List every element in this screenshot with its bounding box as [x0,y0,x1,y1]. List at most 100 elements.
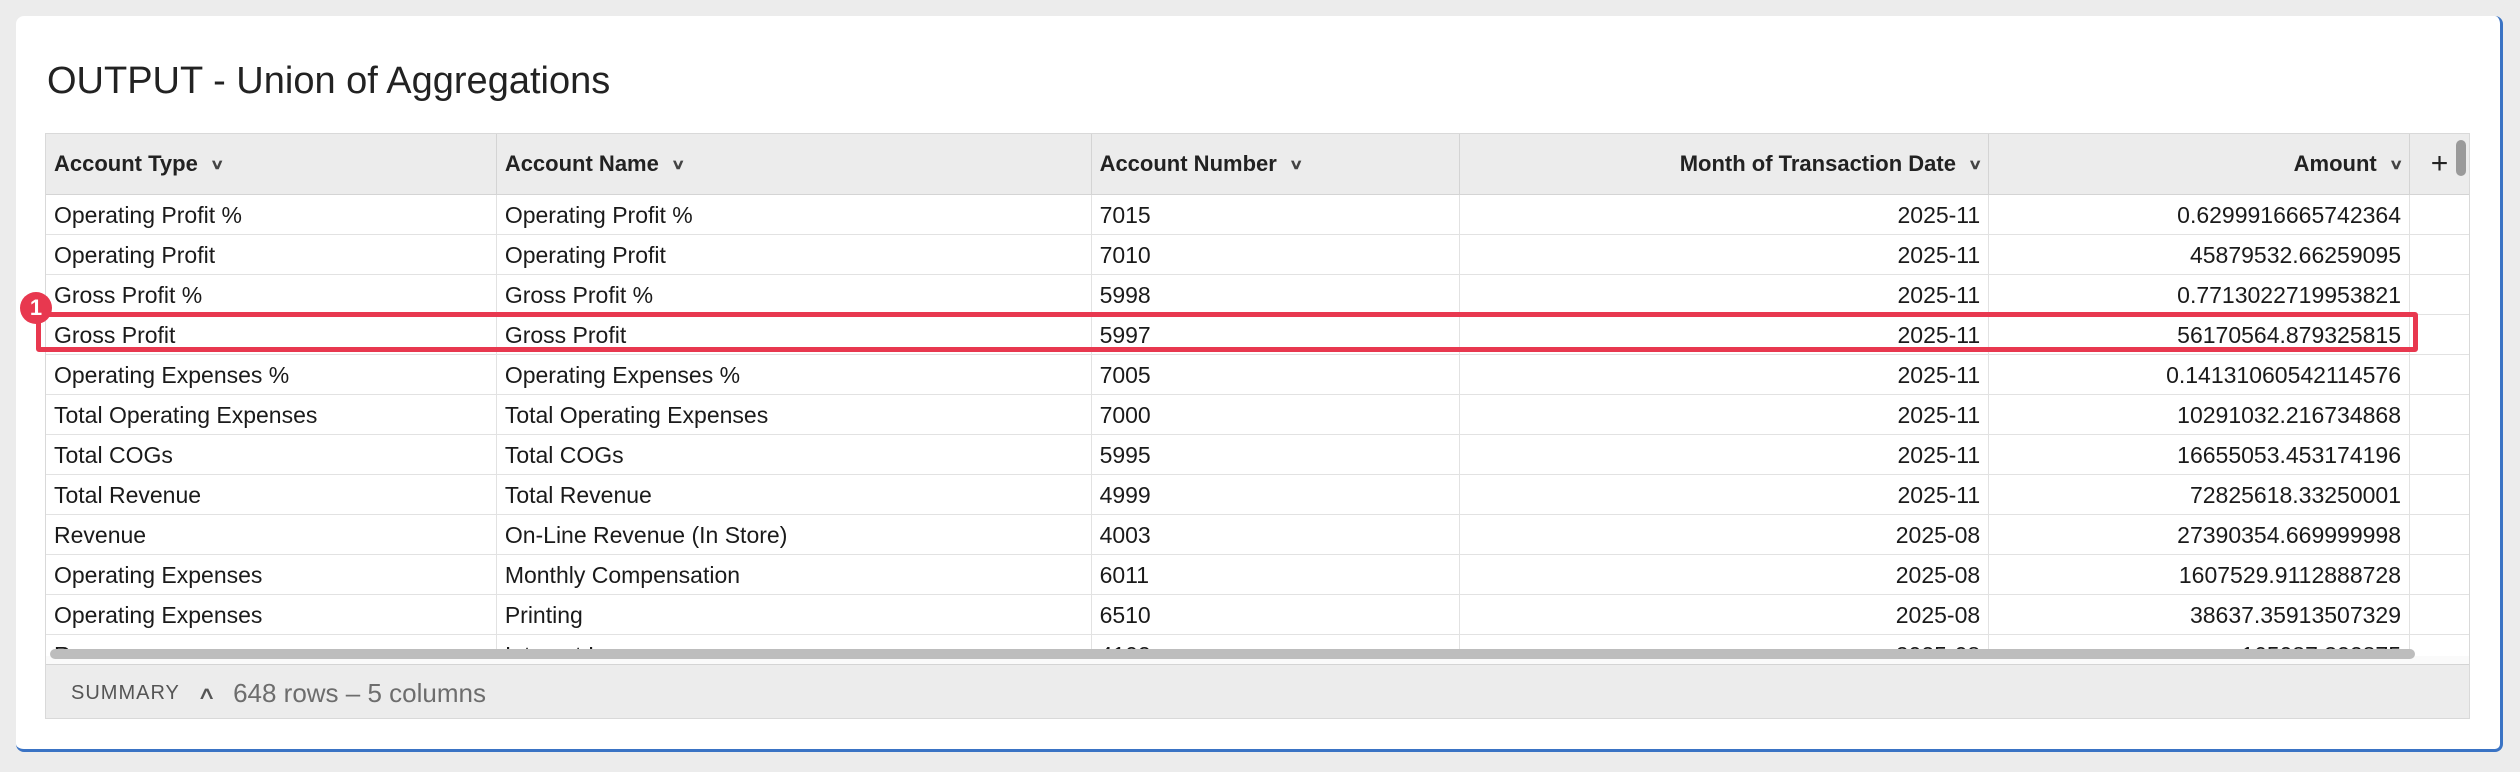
cell-filler [2410,315,2469,355]
column-header-label: Month of Transaction Date [1679,151,1956,176]
cell-month[interactable]: 2025-08 [1460,555,1990,595]
cell-month[interactable]: 2025-11 [1460,435,1990,475]
cell-account-name[interactable]: Gross Profit [497,315,1092,355]
table-row[interactable]: Operating Profit Operating Profit 7010 2025… [46,235,2469,275]
column-header-month-of-transaction-date[interactable]: Month of Transaction Date ∨ [1460,134,1990,194]
chevron-up-icon[interactable]: ∧ [197,683,217,704]
page-title: OUTPUT - Union of Aggregations [47,60,611,102]
cell-filler [2410,635,2469,656]
cell-month[interactable]: 2025-11 [1460,275,1990,315]
cell-filler [2410,595,2469,635]
cell-account-name[interactable]: Monthly Compensation [497,555,1092,595]
cell-account-type[interactable]: Gross Profit % [46,275,497,315]
summary-toggle[interactable]: SUMMARY [71,682,180,705]
cell-account-type[interactable]: Operating Profit [46,235,497,275]
horizontal-scrollbar[interactable] [50,649,2415,659]
chevron-down-icon[interactable]: ∨ [2389,156,2403,173]
cell-amount[interactable]: 0.14131060542114576 [1989,355,2411,395]
cell-account-number[interactable]: 7005 [1092,355,1461,395]
cell-account-name[interactable]: Gross Profit % [497,275,1092,315]
chevron-down-icon[interactable]: ∨ [210,156,224,173]
cell-month[interactable]: 2025-11 [1460,315,1990,355]
cell-amount[interactable]: 56170564.879325815 [1989,315,2411,355]
column-header-account-number[interactable]: Account Number ∨ [1092,134,1461,194]
cell-account-name[interactable]: Total Revenue [497,475,1092,515]
cell-account-number[interactable]: 4003 [1092,515,1461,555]
annotation-badge: 1 [20,292,52,324]
chevron-down-icon[interactable]: ∨ [1968,156,1982,173]
cell-account-name[interactable]: Operating Profit [497,235,1092,275]
cell-account-type[interactable]: Revenue [46,515,497,555]
cell-amount[interactable]: 10291032.216734868 [1989,395,2411,435]
cell-account-number[interactable]: 5997 [1092,315,1461,355]
cell-amount[interactable]: 1607529.9112888728 [1989,555,2411,595]
cell-month[interactable]: 2025-11 [1460,195,1990,235]
cell-month[interactable]: 2025-11 [1460,235,1990,275]
table-row[interactable]: Operating Expenses % Operating Expenses %… [46,355,2469,395]
cell-month[interactable]: 2025-08 [1460,595,1990,635]
cell-account-number[interactable]: 4999 [1092,475,1461,515]
cell-account-number[interactable]: 6510 [1092,595,1461,635]
cell-account-number[interactable]: 5995 [1092,435,1461,475]
cell-account-name[interactable]: Operating Expenses % [497,355,1092,395]
cell-account-type[interactable]: Total Operating Expenses [46,395,497,435]
cell-account-type[interactable]: Total COGs [46,435,497,475]
cell-month[interactable]: 2025-11 [1460,475,1990,515]
table-row[interactable]: Operating Profit % Operating Profit % 7015… [46,195,2469,235]
chevron-down-icon[interactable]: ∨ [1289,156,1303,173]
cell-filler [2410,355,2469,395]
cell-account-type[interactable]: Operating Expenses [46,595,497,635]
data-table: Account Type ∨ Account Name ∨ Account Nu… [45,133,2470,719]
cell-month[interactable]: 2025-11 [1460,355,1990,395]
column-header-account-name[interactable]: Account Name ∨ [497,134,1092,194]
cell-amount[interactable]: 38637.35913507329 [1989,595,2411,635]
cell-account-type[interactable]: Gross Profit [46,315,497,355]
cell-account-type[interactable]: Total Revenue [46,475,497,515]
column-header-amount[interactable]: Amount ∨ [1989,134,2411,194]
table-header: Account Type ∨ Account Name ∨ Account Nu… [46,134,2469,195]
vertical-scrollbar[interactable] [2456,140,2466,176]
cell-month[interactable]: 2025-08 [1460,515,1990,555]
column-header-account-type[interactable]: Account Type ∨ [46,134,497,194]
cell-amount[interactable]: 72825618.33250001 [1989,475,2411,515]
cell-filler [2410,475,2469,515]
table-row[interactable]: Total Operating Expenses Total Operating … [46,395,2469,435]
row-column-count: 648 rows – 5 columns [233,677,486,708]
cell-account-number[interactable]: 7015 [1092,195,1461,235]
cell-amount[interactable]: 0.7713022719953821 [1989,275,2411,315]
table-row[interactable]: Operating Expenses Monthly Compensation 60… [46,555,2469,595]
table-row[interactable]: Operating Expenses Printing 6510 2025-08 386… [46,595,2469,635]
cell-account-name[interactable]: Total COGs [497,435,1092,475]
cell-amount[interactable]: 45879532.66259095 [1989,235,2411,275]
summary-bar: SUMMARY ∧ 648 rows – 5 columns [46,664,2469,718]
cell-filler [2410,555,2469,595]
column-header-label: Account Type [54,151,198,176]
cell-account-name[interactable]: Total Operating Expenses [497,395,1092,435]
chevron-down-icon[interactable]: ∨ [671,156,685,173]
cell-account-name[interactable]: Operating Profit % [497,195,1092,235]
cell-account-name[interactable]: Printing [497,595,1092,635]
cell-account-type[interactable]: Operating Expenses [46,555,497,595]
cell-account-number[interactable]: 7010 [1092,235,1461,275]
cell-amount[interactable]: 27390354.669999998 [1989,515,2411,555]
cell-filler [2410,395,2469,435]
table-row[interactable]: Gross Profit Gross Profit 5997 2025-11 56170… [46,315,2469,355]
cell-amount[interactable]: 0.6299916665742364 [1989,195,2411,235]
cell-account-type[interactable]: Operating Profit % [46,195,497,235]
table-row[interactable]: Revenue On-Line Revenue (In Store) 4003 202… [46,515,2469,555]
column-header-label: Amount [2293,151,2377,176]
cell-account-number[interactable]: 7000 [1092,395,1461,435]
cell-filler [2410,195,2469,235]
cell-amount[interactable]: 16655053.453174196 [1989,435,2411,475]
cell-filler [2410,275,2469,315]
table-row[interactable]: Total Revenue Total Revenue 4999 2025-11 728… [46,475,2469,515]
table-row[interactable]: Gross Profit % Gross Profit % 5998 2025-11 0… [46,275,2469,315]
cell-filler [2410,435,2469,475]
cell-month[interactable]: 2025-11 [1460,395,1990,435]
column-header-label: Account Name [504,151,659,176]
table-row[interactable]: Total COGs Total COGs 5995 2025-11 16655053.… [46,435,2469,475]
cell-account-number[interactable]: 6011 [1092,555,1461,595]
cell-account-type[interactable]: Operating Expenses % [46,355,497,395]
cell-account-number[interactable]: 5998 [1092,275,1461,315]
cell-account-name[interactable]: On-Line Revenue (In Store) [497,515,1092,555]
